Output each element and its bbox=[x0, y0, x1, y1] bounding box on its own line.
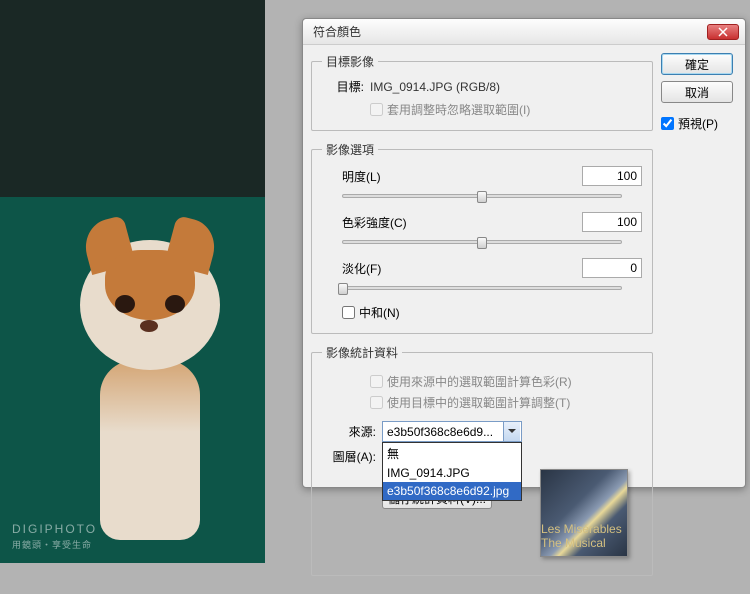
use-source-selection-checkbox bbox=[370, 375, 383, 388]
close-icon bbox=[718, 27, 728, 37]
options-legend: 影像選項 bbox=[322, 141, 378, 158]
dropdown-item-hash[interactable]: e3b50f368c8e6d92.jpg bbox=[383, 482, 521, 500]
close-button[interactable] bbox=[707, 24, 739, 40]
use-target-selection-label: 使用目標中的選取範圍計算調整(T) bbox=[387, 394, 570, 411]
watermark-sub: 用鏡頭‧享受生命 bbox=[12, 538, 97, 551]
luminance-slider[interactable] bbox=[342, 194, 622, 198]
source-selected: e3b50f368c8e6d9... bbox=[387, 425, 503, 439]
source-thumbnail: Les Misérables The Musical bbox=[540, 469, 628, 557]
preview-checkbox[interactable] bbox=[661, 117, 674, 130]
luminance-label: 明度(L) bbox=[322, 168, 422, 185]
layer-label: 圖層(A): bbox=[322, 448, 382, 465]
fade-input[interactable] bbox=[582, 258, 642, 278]
titlebar[interactable]: 符合顏色 bbox=[303, 19, 745, 45]
source-dropdown[interactable]: e3b50f368c8e6d9... 無 IMG_0914.JPG e3b50f… bbox=[382, 421, 522, 442]
image-options-group: 影像選項 明度(L) 色彩強度(C) bbox=[311, 141, 653, 334]
dialog-title: 符合顏色 bbox=[309, 23, 707, 40]
ok-button[interactable]: 確定 bbox=[661, 53, 733, 75]
luminance-input[interactable] bbox=[582, 166, 642, 186]
cancel-button[interactable]: 取消 bbox=[661, 81, 733, 103]
chevron-down-icon[interactable] bbox=[503, 422, 520, 441]
cat-illustration bbox=[70, 210, 250, 550]
target-label: 目標: bbox=[322, 78, 370, 95]
target-value: IMG_0914.JPG (RGB/8) bbox=[370, 80, 500, 94]
watermark: DIGIPHOTO 用鏡頭‧享受生命 bbox=[12, 522, 97, 551]
luminance-thumb[interactable] bbox=[477, 191, 487, 203]
image-statistics-group: 影像統計資料 使用來源中的選取範圍計算色彩(R) 使用目標中的選取範圍計算調整(… bbox=[311, 344, 653, 576]
ignore-selection-label: 套用調整時忽略選取範圍(I) bbox=[387, 101, 530, 118]
fade-label: 淡化(F) bbox=[322, 260, 422, 277]
use-source-selection-label: 使用來源中的選取範圍計算色彩(R) bbox=[387, 373, 572, 390]
target-image-group: 目標影像 目標: IMG_0914.JPG (RGB/8) 套用調整時忽略選取範… bbox=[311, 53, 653, 131]
intensity-input[interactable] bbox=[582, 212, 642, 232]
intensity-label: 色彩強度(C) bbox=[322, 214, 422, 231]
stats-legend: 影像統計資料 bbox=[322, 344, 402, 361]
canvas-background: DIGIPHOTO 用鏡頭‧享受生命 bbox=[0, 0, 265, 563]
preview-label: 預視(P) bbox=[678, 115, 718, 132]
neutralize-checkbox[interactable] bbox=[342, 306, 355, 319]
ignore-selection-checkbox bbox=[370, 103, 383, 116]
watermark-main: DIGIPHOTO bbox=[12, 522, 97, 536]
neutralize-label: 中和(N) bbox=[359, 304, 400, 321]
use-target-selection-checkbox bbox=[370, 396, 383, 409]
target-legend: 目標影像 bbox=[322, 53, 378, 70]
intensity-thumb[interactable] bbox=[477, 237, 487, 249]
fade-thumb[interactable] bbox=[338, 283, 348, 295]
intensity-slider[interactable] bbox=[342, 240, 622, 244]
source-dropdown-list: 無 IMG_0914.JPG e3b50f368c8e6d92.jpg bbox=[382, 442, 522, 501]
dropdown-item-none[interactable]: 無 bbox=[383, 443, 521, 464]
dropdown-item-img[interactable]: IMG_0914.JPG bbox=[383, 464, 521, 482]
source-label: 來源: bbox=[322, 423, 382, 440]
match-color-dialog: 符合顏色 目標影像 目標: IMG_0914.JPG (RGB/8) 套用調整時… bbox=[302, 18, 746, 488]
fade-slider[interactable] bbox=[342, 286, 622, 290]
